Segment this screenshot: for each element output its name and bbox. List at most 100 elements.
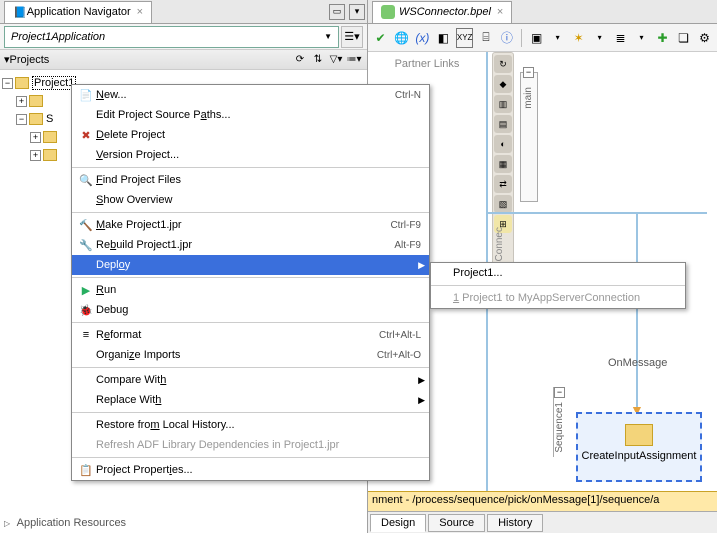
- folder-icon: [43, 131, 57, 143]
- main-label: main: [523, 87, 534, 109]
- menu-refresh-adf: Refresh ADF Library Dependencies in Proj…: [72, 435, 429, 455]
- editor-tab-label: WSConnector.bpel: [399, 6, 491, 18]
- breadcrumb[interactable]: nment - /process/sequence/pick/onMessage…: [368, 491, 717, 511]
- palette-item[interactable]: ▧: [494, 195, 512, 213]
- search-icon: 🔍: [76, 174, 96, 187]
- tab-source[interactable]: Source: [428, 514, 485, 532]
- expand-icon[interactable]: +: [30, 150, 41, 161]
- collapse-icon[interactable]: −: [554, 387, 565, 398]
- app-resources-section[interactable]: ▷ Application Resources: [4, 517, 126, 529]
- rebuild-icon: 🔧: [76, 239, 96, 252]
- xyz-icon[interactable]: XYZ: [456, 28, 474, 48]
- refresh-icon[interactable]: ⟳: [292, 52, 308, 68]
- onmessage-label: OnMessage: [608, 357, 667, 369]
- menu-replace-with[interactable]: Replace With▶: [72, 390, 429, 410]
- layout-icon[interactable]: ▣: [528, 28, 545, 48]
- chevron-down-icon[interactable]: ▾: [549, 28, 566, 48]
- projects-header[interactable]: ▾ Projects ⟳ ⇅ ▽▾ ≔▾: [0, 50, 367, 70]
- menu-project-properties[interactable]: 📋Project Properties...: [72, 460, 429, 480]
- layers-icon[interactable]: ❏: [675, 28, 692, 48]
- project-icon: [15, 77, 29, 89]
- menu-debug[interactable]: 🐞Debug: [72, 300, 429, 320]
- menu-deploy[interactable]: Deploy▶: [72, 255, 429, 275]
- palette-item[interactable]: ▤: [494, 115, 512, 133]
- projects-label: Projects: [10, 54, 291, 66]
- menu-compare-with[interactable]: Compare With▶: [72, 370, 429, 390]
- collapse-icon[interactable]: −: [2, 78, 13, 89]
- palette-item[interactable]: ↻: [494, 55, 512, 73]
- app-menu-button[interactable]: ☰▾: [341, 26, 363, 48]
- palette-item[interactable]: ▦: [494, 155, 512, 173]
- options-icon[interactable]: ≔▾: [346, 52, 362, 68]
- tab-wsconnector[interactable]: WSConnector.bpel ×: [372, 1, 512, 23]
- tab-app-navigator[interactable]: 📘 Application Navigator ×: [4, 1, 152, 23]
- chevron-down-icon: ▼: [324, 32, 332, 41]
- menu-show-overview[interactable]: Show Overview: [72, 190, 429, 210]
- add-icon[interactable]: ✚: [654, 28, 671, 48]
- menu-edit-source-paths[interactable]: Edit Project Source Paths...: [72, 105, 429, 125]
- sequence-strip[interactable]: − Sequence1: [553, 387, 567, 457]
- menu-make[interactable]: 🔨Make Project1.jprCtrl-F9: [72, 215, 429, 235]
- info-icon[interactable]: ⓘ: [498, 28, 515, 48]
- tree-label: S: [46, 113, 53, 125]
- submenu-deploy-target: 1 Project1 to MyAppServerConnection: [431, 288, 685, 308]
- submenu-project1[interactable]: Project1...: [431, 263, 685, 283]
- menu-organize-imports[interactable]: Organize ImportsCtrl+Alt-O: [72, 345, 429, 365]
- menu-version-project[interactable]: Version Project...: [72, 145, 429, 165]
- app-dropdown-value: Project1Application: [11, 31, 105, 43]
- chevron-down-icon[interactable]: ▾: [633, 28, 650, 48]
- dropdown-icon[interactable]: ▾: [349, 4, 365, 20]
- sequence-label: Sequence1: [554, 402, 565, 453]
- filter-icon[interactable]: ▽▾: [328, 52, 344, 68]
- menu-restore-history[interactable]: Restore from Local History...: [72, 415, 429, 435]
- app-dropdown[interactable]: Project1Application ▼: [4, 26, 339, 48]
- menu-run[interactable]: ▶Run: [72, 280, 429, 300]
- menu-delete-project[interactable]: ✖Delete Project: [72, 125, 429, 145]
- variable-icon[interactable]: (x): [414, 28, 431, 48]
- collapse-icon[interactable]: −: [523, 67, 534, 78]
- palette-item[interactable]: ▥: [494, 95, 512, 113]
- expand-icon: ▷: [4, 519, 10, 528]
- close-icon[interactable]: ×: [137, 6, 143, 18]
- box-icon[interactable]: ◧: [435, 28, 452, 48]
- palette-item[interactable]: ◐: [494, 135, 512, 153]
- menu-new[interactable]: 📄New...Ctrl-N: [72, 85, 429, 105]
- assign-activity[interactable]: CreateInputAssignment: [576, 412, 702, 482]
- tree-icon[interactable]: ⇅: [310, 52, 326, 68]
- assign-icon: [625, 424, 653, 446]
- close-icon[interactable]: ×: [497, 6, 503, 18]
- menu-rebuild[interactable]: 🔧Rebuild Project1.jprAlt-F9: [72, 235, 429, 255]
- gear-icon[interactable]: ⚙: [696, 28, 713, 48]
- make-icon: 🔨: [76, 219, 96, 232]
- chevron-down-icon[interactable]: ▾: [591, 28, 608, 48]
- breadcrumb-text: nment - /process/sequence/pick/onMessage…: [372, 494, 659, 506]
- db-icon[interactable]: ⌸: [477, 28, 494, 48]
- assign-label: CreateInputAssignment: [578, 450, 700, 462]
- folder-icon: [43, 149, 57, 161]
- submenu-arrow-icon: ▶: [418, 375, 425, 386]
- globe-icon[interactable]: 🌐: [393, 28, 410, 48]
- flow-line: [488, 212, 707, 214]
- palette-item[interactable]: ◆: [494, 75, 512, 93]
- debug-icon: 🐞: [76, 304, 96, 317]
- menu-find-project-files[interactable]: 🔍Find Project Files: [72, 170, 429, 190]
- collapse-icon[interactable]: −: [16, 114, 27, 125]
- tab-design[interactable]: Design: [370, 514, 426, 532]
- tab-history[interactable]: History: [487, 514, 543, 532]
- folder-icon: [29, 113, 43, 125]
- properties-icon: 📋: [76, 464, 96, 477]
- main-sequence[interactable]: − main: [520, 72, 538, 202]
- doc-icon[interactable]: ≣: [612, 28, 629, 48]
- flow-line: [636, 212, 638, 432]
- palette-item[interactable]: ⇄: [494, 175, 512, 193]
- minimize-icon[interactable]: ▭: [329, 4, 345, 20]
- project-context-menu: 📄New...Ctrl-N Edit Project Source Paths.…: [71, 84, 430, 481]
- deploy-submenu: Project1... 1 Project1 to MyAppServerCon…: [430, 262, 686, 309]
- expand-icon[interactable]: +: [30, 132, 41, 143]
- validate-icon[interactable]: ✔: [372, 28, 389, 48]
- submenu-arrow-icon: ▶: [418, 395, 425, 406]
- new-icon: 📄: [76, 89, 96, 102]
- menu-reformat[interactable]: ≡ReformatCtrl+Alt-L: [72, 325, 429, 345]
- star-icon[interactable]: ✶: [570, 28, 587, 48]
- expand-icon[interactable]: +: [16, 96, 27, 107]
